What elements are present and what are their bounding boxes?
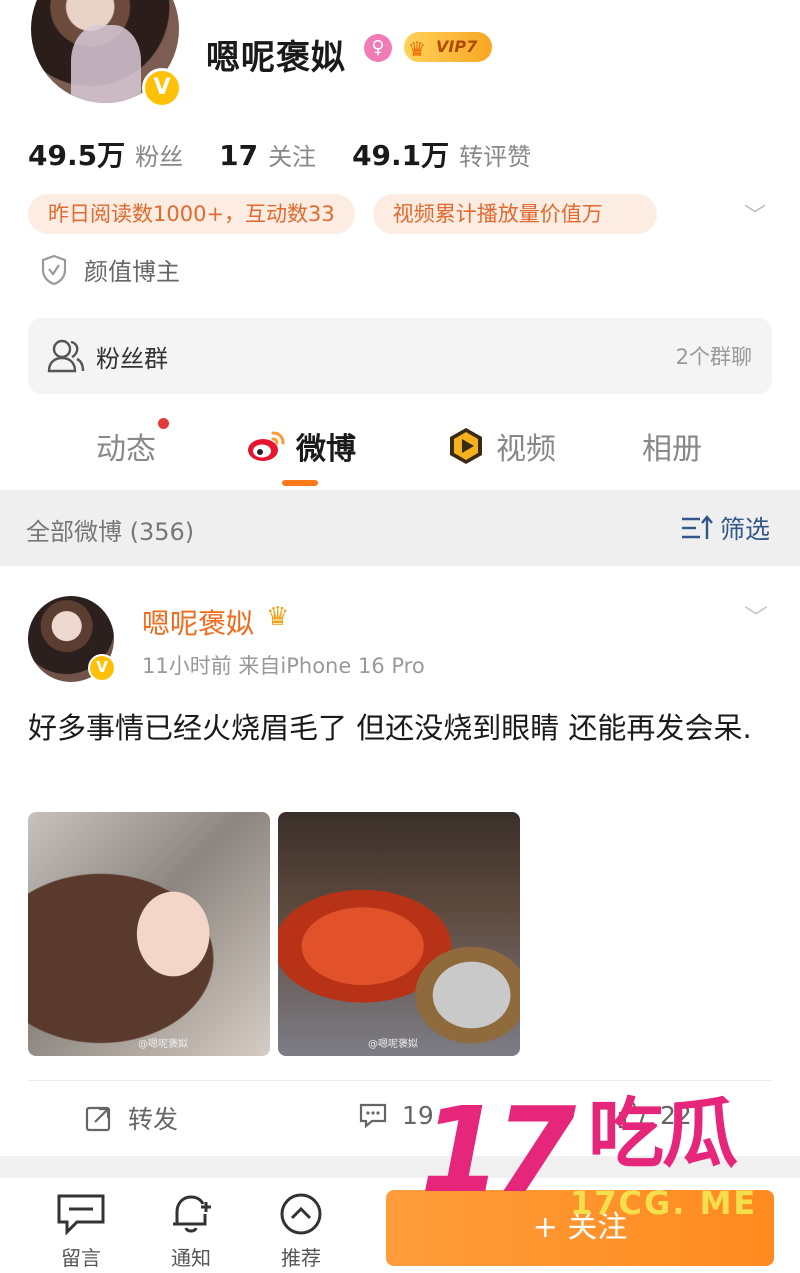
fan-group-count: 2个群聊 (675, 345, 752, 369)
notify-label: 通知 (171, 1246, 211, 1270)
vip-crown-icon: ♛ (266, 602, 290, 632)
stat-interactions[interactable]: 49.1万 转评赞 (352, 134, 531, 174)
post-text[interactable]: 好多事情已经火烧眉毛了 但还没烧到眼睛 还能再发会呆. (28, 706, 772, 750)
section-gap (0, 1156, 800, 1178)
post-card: V 嗯呢褒姒 ♛ ﹀ 11小时前 来自iPhone 16 Pro 好多事情已经火… (0, 566, 800, 1156)
reading-stat-tag[interactable]: 昨日阅读数1000+，互动数33 (28, 194, 355, 234)
video-stat-tag[interactable]: 视频累计播放量价值万 (372, 194, 657, 234)
tab-label: 微博 (296, 432, 356, 467)
filter-label: 筛选 (719, 515, 770, 544)
verified-badge-icon: V (142, 68, 182, 108)
stat-following[interactable]: 17 关注 (219, 137, 316, 172)
thumbs-up-icon (618, 1101, 645, 1129)
stat-number: 49.5万 (28, 139, 126, 172)
follow-button[interactable]: + 关注 (386, 1190, 774, 1266)
profile-stats: 49.5万 粉丝 17 关注 49.1万 转评赞 (28, 134, 567, 174)
photo-watermark: @嗯呢褒姒 (138, 1039, 188, 1050)
chevron-down-icon[interactable]: ﹀ (744, 198, 766, 230)
fan-group-entry[interactable]: 粉丝群 2个群聊 (28, 318, 772, 394)
stat-label: 粉丝 (135, 143, 184, 171)
blogger-type-label: 颜值博主 (84, 258, 180, 286)
comment-icon (359, 1103, 387, 1129)
tab-label: 动态 (96, 432, 156, 467)
profile-nickname: 嗯呢褒姒 (206, 38, 346, 78)
profile-tabs: 动态 微博 视频 相册 (0, 410, 800, 490)
message-icon (57, 1194, 105, 1236)
group-people-icon (47, 339, 85, 373)
repost-label: 转发 (128, 1105, 179, 1134)
tab-label: 视频 (496, 432, 556, 467)
post-photo-crayfish[interactable]: @嗯呢褒姒 (278, 812, 520, 1056)
post-filter-bar: 全部微博 (356) 筛选 (0, 490, 800, 566)
divider (28, 1080, 772, 1081)
tab-album[interactable]: 相册 (642, 424, 702, 468)
vip-level-label: VIP7 (436, 37, 478, 56)
chevron-up-circle-icon (280, 1193, 322, 1235)
tab-label: 相册 (642, 432, 702, 467)
tab-video[interactable]: 视频 (446, 424, 556, 468)
recommend-label: 推荐 (281, 1246, 321, 1270)
stat-number: 17 (219, 139, 259, 172)
blogger-type[interactable]: 颜值博主 (40, 252, 180, 287)
bottom-action-bar: 留言 通知 推荐 + 关注 (0, 1178, 800, 1273)
message-label: 留言 (61, 1246, 101, 1270)
profile-header: V 嗯呢褒姒 ♀ ♛ VIP7 49.5万 粉丝 17 关注 49.1万 转评赞… (0, 0, 800, 320)
stat-number: 49.1万 (352, 139, 450, 172)
weibo-logo-icon (248, 431, 285, 461)
post-meta: 11小时前 来自iPhone 16 Pro (142, 654, 425, 678)
comment-button[interactable]: 19 (358, 1100, 434, 1130)
stat-followers[interactable]: 49.5万 粉丝 (28, 134, 183, 174)
repost-button[interactable]: 转发 (84, 1100, 178, 1136)
bell-plus-icon (173, 1195, 211, 1233)
chevron-down-icon[interactable]: ﹀ (744, 598, 768, 633)
repost-icon (85, 1106, 111, 1132)
vip-badge[interactable]: ♛ VIP7 (404, 32, 492, 62)
stat-label: 转评赞 (459, 143, 532, 171)
post-author-name[interactable]: 嗯呢褒姒 (142, 602, 254, 642)
stat-label: 关注 (268, 143, 317, 171)
message-button[interactable]: 留言 (46, 1192, 116, 1271)
like-count: 22 (660, 1100, 692, 1130)
photo-watermark: @嗯呢褒姒 (368, 1039, 418, 1050)
recommend-button[interactable]: 推荐 (266, 1192, 336, 1271)
comment-count: 19 (402, 1100, 434, 1130)
verified-badge-icon: V (88, 654, 116, 682)
post-photo-selfie[interactable]: @嗯呢褒姒 (28, 812, 270, 1056)
crown-icon: ♛ (408, 37, 426, 61)
shield-check-icon (41, 254, 67, 285)
filter-icon (681, 515, 713, 539)
like-button[interactable]: 22 (616, 1100, 692, 1130)
notify-button[interactable]: 通知 (156, 1192, 226, 1271)
female-gender-icon: ♀ (364, 34, 392, 62)
tab-weibo[interactable]: 微博 (246, 424, 356, 468)
active-tab-indicator (282, 480, 318, 486)
unread-dot (158, 418, 169, 429)
filter-button[interactable]: 筛选 (680, 510, 770, 546)
profile-tags: 昨日阅读数1000+，互动数33 视频累计播放量价值万 (28, 194, 675, 234)
fan-group-label: 粉丝群 (96, 344, 168, 373)
video-play-icon (450, 428, 482, 464)
tab-activity[interactable]: 动态 (96, 424, 156, 468)
all-posts-count: 全部微博 (356) (26, 518, 195, 546)
